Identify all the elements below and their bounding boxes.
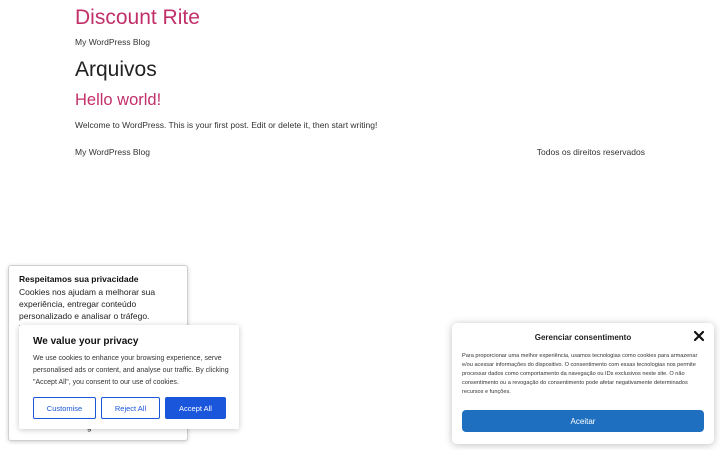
consent-dialog: Gerenciar consentimento Para proporciona… [452, 323, 714, 444]
footer-copyright: Todos os direitos reservados [536, 147, 645, 157]
accept-all-button[interactable]: Accept All [165, 397, 226, 419]
consent-dialog-title: Gerenciar consentimento [534, 333, 632, 342]
cookie-banner-text: We use cookies to enhance your browsing … [33, 355, 229, 386]
page: Discount Rite My WordPress Blog Arquivos… [0, 0, 720, 450]
close-icon[interactable] [692, 329, 706, 343]
cookie-banner-title: We value your privacy [33, 336, 139, 347]
consent-accept-button[interactable]: Aceitar [462, 410, 704, 432]
site-title-link[interactable]: Discount Rite [75, 6, 200, 30]
footer-site-name: My WordPress Blog [75, 147, 150, 157]
post-excerpt: Welcome to WordPress. This is your first… [75, 120, 378, 130]
archive-heading: Arquivos [75, 58, 157, 81]
reject-all-button[interactable]: Reject All [101, 397, 160, 419]
consent-dialog-text: Para proporcionar uma melhor experiência… [462, 353, 698, 395]
privacy-panel-title: Respeitamos sua privacidade [19, 274, 139, 284]
post-title-link[interactable]: Hello world! [75, 91, 161, 110]
cookie-banner: We value your privacy We use cookies to … [19, 325, 239, 429]
customise-button[interactable]: Customise [33, 397, 96, 419]
site-tagline: My WordPress Blog [75, 37, 150, 47]
